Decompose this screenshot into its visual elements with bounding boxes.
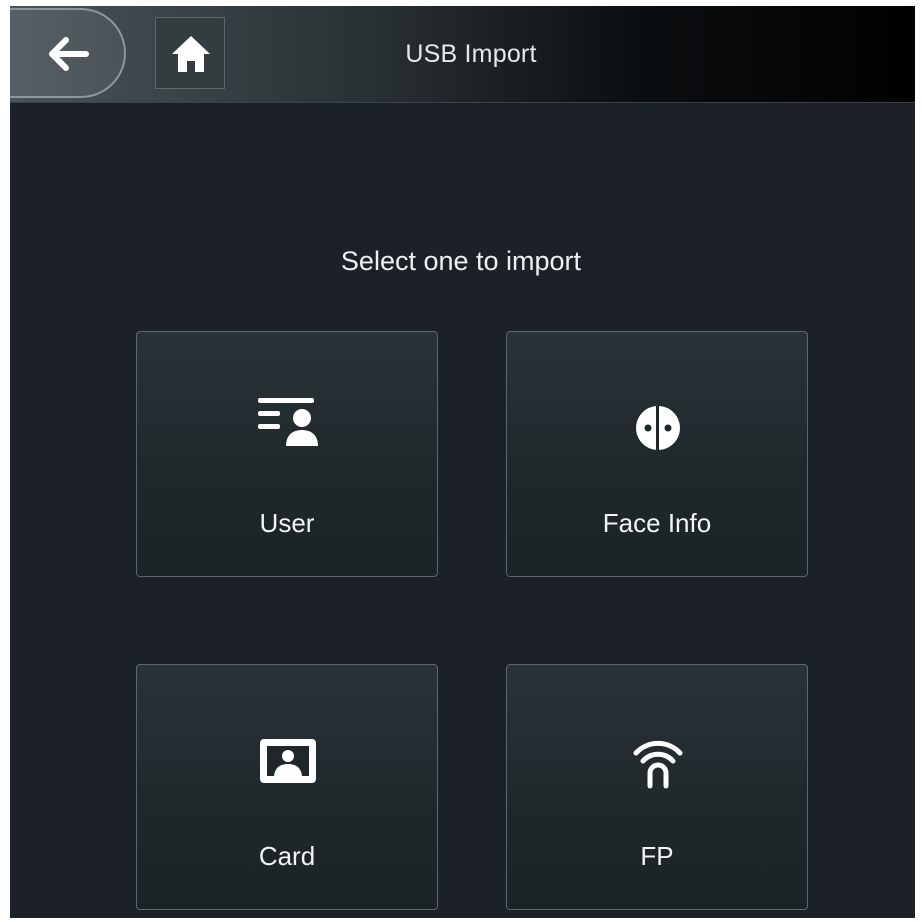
header-bar: USB Import (10, 6, 915, 103)
tile-label-user: User (259, 508, 315, 538)
page-title: USB Import (405, 40, 537, 68)
import-user-button[interactable]: User (136, 331, 438, 577)
screen: USB Import Select one to import User Fac… (10, 6, 915, 918)
face-icon (636, 406, 680, 450)
import-fp-button[interactable]: FP (506, 664, 808, 910)
id-card-icon (260, 739, 316, 783)
import-prompt: Select one to import (340, 246, 582, 276)
tile-label-fp: FP (640, 841, 674, 871)
import-face-info-button[interactable]: Face Info (506, 331, 808, 577)
tile-label-face-info: Face Info (602, 508, 712, 538)
tile-label-card: Card (258, 841, 316, 871)
import-card-button[interactable]: Card (136, 664, 438, 910)
fingerprint-icon (633, 740, 683, 789)
user-list-icon (258, 398, 318, 446)
